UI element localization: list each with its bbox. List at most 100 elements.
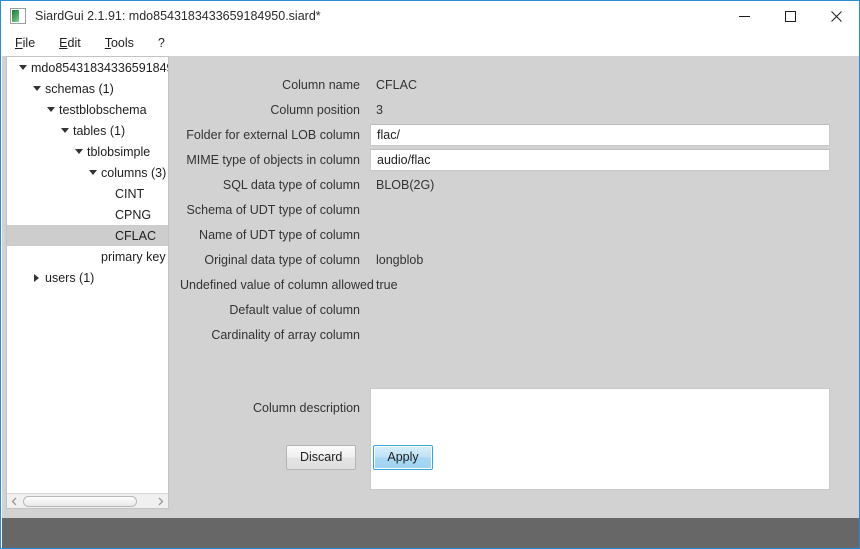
form-row: Default value of column xyxy=(180,297,859,322)
column-description-row: Column description xyxy=(180,388,859,490)
form-field-value: BLOB(2G) xyxy=(376,177,435,192)
form-field-label: Folder for external LOB column xyxy=(186,127,360,142)
menu-item-file[interactable]: File xyxy=(15,37,35,50)
caret-down-icon xyxy=(88,170,97,175)
menu-item-edit-rest: dit xyxy=(67,36,81,51)
form-field-label: Column position xyxy=(270,102,360,117)
caret-right-icon xyxy=(34,273,39,282)
tree-node[interactable]: testblobschema xyxy=(7,99,168,120)
form-row: Column name CFLAC xyxy=(180,72,859,97)
form-row: Schema of UDT type of column xyxy=(180,197,859,222)
application-window: SiardGui 2.1.91: mdo8543183433659184950.… xyxy=(0,0,860,549)
form-buttons: Discard Apply xyxy=(286,445,433,470)
form-field-label: Default value of column xyxy=(229,302,360,317)
caret-down-icon xyxy=(46,107,55,112)
tree-node[interactable]: tables (1) xyxy=(7,120,168,141)
caret-down-icon xyxy=(60,128,69,133)
tree-node[interactable]: tblobsimple xyxy=(7,141,168,162)
tree-node[interactable]: mdo854318343365918495 xyxy=(7,57,168,78)
tree-horizontal-scrollbar[interactable] xyxy=(7,493,168,508)
tree-node-label: tblobsimple xyxy=(87,144,151,159)
minimize-icon xyxy=(738,15,750,17)
maximize-icon xyxy=(784,10,796,22)
tree-expand-collapse-toggle[interactable] xyxy=(30,273,43,282)
tree-node[interactable]: CFLAC xyxy=(7,225,168,246)
form-row: SQL data type of column BLOB(2G) xyxy=(180,172,859,197)
form-field-input[interactable] xyxy=(370,148,830,171)
form-row: Name of UDT type of column xyxy=(180,222,859,247)
schema-tree-panel: mdo854318343365918495 schemas (1) testblob… xyxy=(6,56,169,509)
form-field-label: Schema of UDT type of column xyxy=(186,202,360,217)
scroll-right-button[interactable] xyxy=(153,494,168,508)
menu-item-tools[interactable]: Tools xyxy=(105,37,134,50)
tree-expand-collapse-toggle[interactable] xyxy=(30,86,43,91)
form-row: Original data type of column longblob xyxy=(180,247,859,272)
caret-down-icon xyxy=(18,65,27,70)
tree-node-label: columns (3) xyxy=(101,165,167,180)
form-field-label: Name of UDT type of column xyxy=(199,227,360,242)
window-title: SiardGui 2.1.91: mdo8543183433659184950.… xyxy=(35,8,321,23)
schema-tree[interactable]: mdo854318343365918495 schemas (1) testblob… xyxy=(7,57,168,494)
tree-node[interactable]: primary key xyxy=(7,246,168,267)
scroll-left-button[interactable] xyxy=(7,494,22,508)
menu-item-file-rest: ile xyxy=(22,36,36,51)
column-description-input[interactable] xyxy=(370,388,830,490)
form-row: Folder for external LOB column xyxy=(180,122,859,147)
form-field-label: MIME type of objects in column xyxy=(186,152,360,167)
form-row: Cardinality of array column xyxy=(180,322,859,347)
tree-node[interactable]: CINT xyxy=(7,183,168,204)
tree-node-label: schemas (1) xyxy=(45,81,114,96)
tree-node-label: primary key xyxy=(101,249,166,264)
tree-expand-collapse-toggle[interactable] xyxy=(86,170,99,175)
form-field-value: true xyxy=(376,277,398,292)
menu-item-tools-rest: ools xyxy=(110,36,134,51)
form-field-label: Cardinality of array column xyxy=(211,327,360,342)
tree-node-label: mdo854318343365918495 xyxy=(31,60,168,75)
tree-node[interactable]: schemas (1) xyxy=(7,78,168,99)
tree-expand-collapse-toggle[interactable] xyxy=(16,65,29,70)
tree-node-label: CPNG xyxy=(115,207,152,222)
menu-item-help[interactable]: ? xyxy=(158,37,165,50)
chevron-right-icon xyxy=(158,497,164,505)
discard-button[interactable]: Discard xyxy=(286,445,357,470)
form-row: MIME type of objects in column xyxy=(180,147,859,172)
form-field-label: Column name xyxy=(282,77,360,92)
tree-node-label: CINT xyxy=(115,186,145,201)
form-field-label: Original data type of column xyxy=(204,252,360,267)
form-field-value: CFLAC xyxy=(376,77,417,92)
status-bar xyxy=(2,518,859,548)
menu-item-edit[interactable]: Edit xyxy=(59,37,81,50)
tree-node-label: tables (1) xyxy=(73,123,126,138)
title-bar: SiardGui 2.1.91: mdo8543183433659184950.… xyxy=(1,1,859,31)
menu-bar: File Edit Tools ? xyxy=(1,31,859,56)
close-icon xyxy=(830,10,842,22)
close-button[interactable] xyxy=(813,1,859,31)
tree-node[interactable]: columns (3) xyxy=(7,162,168,183)
app-icon xyxy=(10,8,26,24)
menu-item-help-label: ? xyxy=(157,36,165,51)
maximize-button[interactable] xyxy=(767,1,813,31)
window-controls xyxy=(721,1,859,31)
panel-splitter[interactable] xyxy=(170,56,180,509)
minimize-button[interactable] xyxy=(721,1,767,31)
tree-expand-collapse-toggle[interactable] xyxy=(58,128,71,133)
form-row: Column position 3 xyxy=(180,97,859,122)
tree-scroll-thumb[interactable] xyxy=(23,495,137,507)
column-description-label: Column description xyxy=(253,401,360,415)
tree-node[interactable]: users (1) xyxy=(7,267,168,288)
column-properties-form: Column name CFLAC Column position 3 Folder f… xyxy=(180,56,859,518)
tree-expand-collapse-toggle[interactable] xyxy=(72,149,85,154)
tree-node[interactable]: CPNG xyxy=(7,204,168,225)
apply-button[interactable]: Apply xyxy=(373,445,433,470)
form-field-label: Undefined value of column allowed xyxy=(180,277,374,292)
tree-expand-collapse-toggle[interactable] xyxy=(44,107,57,112)
form-field-input[interactable] xyxy=(370,123,830,146)
tree-node-label: CFLAC xyxy=(115,228,156,243)
tree-node-label: testblobschema xyxy=(59,102,147,117)
form-field-label: SQL data type of column xyxy=(222,177,360,192)
form-field-value: 3 xyxy=(376,102,383,117)
chevron-left-icon xyxy=(11,497,17,505)
tree-node-label: users (1) xyxy=(45,270,95,285)
caret-down-icon xyxy=(74,149,83,154)
form-row: Undefined value of column allowed true xyxy=(180,272,859,297)
